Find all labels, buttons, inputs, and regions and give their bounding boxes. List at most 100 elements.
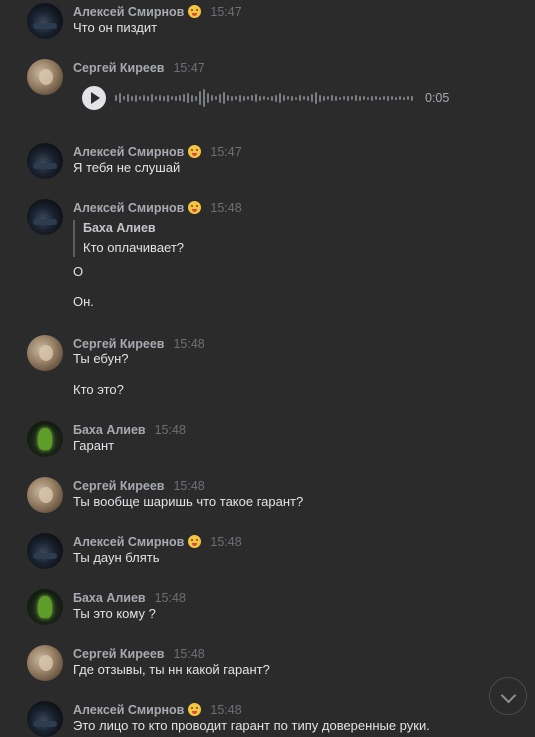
author-name[interactable]: Сергей Киреев <box>73 479 164 493</box>
avatar[interactable] <box>27 143 63 179</box>
voice-message: 0:05 <box>82 86 462 110</box>
waveform-bar <box>387 95 389 101</box>
waveform-bar <box>115 95 117 101</box>
avatar[interactable] <box>27 199 63 235</box>
avatar[interactable] <box>27 421 63 457</box>
waveform-bar <box>163 95 165 101</box>
waveform-bar <box>291 95 293 101</box>
waveform-bar <box>379 96 381 100</box>
waveform-bar <box>251 95 253 101</box>
waveform-bar <box>299 95 301 101</box>
waveform-bar <box>375 96 377 100</box>
avatar[interactable] <box>27 335 63 371</box>
author-name[interactable]: Баха Алиев <box>73 423 146 437</box>
waveform-bar <box>283 95 285 101</box>
waveform-bar <box>287 96 289 100</box>
waveform-bar <box>243 95 245 101</box>
author-name[interactable]: Алексей Смирнов <box>73 703 184 717</box>
waveform-bar <box>139 96 141 100</box>
avatar[interactable] <box>27 589 63 625</box>
waveform-bar <box>347 95 349 101</box>
emoji-icon <box>188 703 202 716</box>
message-text: Ты вообще шаришь что такое гарант? <box>73 494 304 509</box>
message-time: 15:47 <box>173 61 205 75</box>
waveform-bar <box>187 93 189 103</box>
message-text: Ты ебун? <box>73 351 129 366</box>
waveform-bar <box>255 94 257 102</box>
waveform-bar <box>275 94 277 102</box>
waveform-bar <box>235 96 237 100</box>
avatar[interactable] <box>27 59 63 95</box>
waveform-bar <box>195 95 197 101</box>
message-time: 15:48 <box>173 337 205 351</box>
waveform-bar <box>359 95 361 101</box>
waveform-bar <box>259 95 261 101</box>
waveform-bar <box>183 94 185 102</box>
author-name[interactable]: Сергей Киреев <box>73 61 164 75</box>
waveform-bar <box>143 95 145 101</box>
author-name[interactable]: Алексей Смирнов <box>73 535 184 549</box>
author-name[interactable]: Баха Алиев <box>73 591 146 605</box>
waveform-bar <box>295 96 297 100</box>
message-time: 15:48 <box>210 201 242 215</box>
waveform-bar <box>211 95 213 101</box>
reply-quote[interactable]: Баха Алиев Кто оплачивает? <box>73 220 184 257</box>
emoji-icon <box>188 5 202 18</box>
waveform-bar <box>263 96 265 100</box>
message-time: 15:47 <box>210 5 242 19</box>
waveform-bar <box>307 95 309 101</box>
waveform-bar <box>191 94 193 102</box>
waveform-bar <box>319 94 321 102</box>
waveform-bar <box>123 96 125 100</box>
waveform-bar <box>151 94 153 102</box>
message-header: Алексей Смирнов 15:47 <box>73 143 242 159</box>
waveform-bar <box>279 93 281 103</box>
waveform-bar <box>127 94 129 102</box>
waveform-bar <box>303 96 305 100</box>
emoji-icon <box>188 145 202 158</box>
waveform-bar <box>171 96 173 100</box>
message-header: Алексей Смирнов 15:47 <box>73 3 242 19</box>
waveform-bar <box>167 94 169 102</box>
message-text: Что он пиздит <box>73 20 158 35</box>
author-name[interactable]: Сергей Киреев <box>73 647 164 661</box>
avatar[interactable] <box>27 701 63 737</box>
message-header: Сергей Киреев 15:48 <box>73 335 205 351</box>
waveform-bar <box>391 96 393 100</box>
avatar[interactable] <box>27 3 63 39</box>
waveform-bar <box>363 96 365 100</box>
message-header: Алексей Смирнов 15:48 <box>73 199 242 215</box>
scroll-down-button[interactable] <box>489 677 527 715</box>
message-time: 15:48 <box>173 479 205 493</box>
message-text: Это лицо то кто проводит гарант по типу … <box>73 718 430 733</box>
waveform-bar <box>147 95 149 101</box>
waveform-bar <box>223 92 225 104</box>
waveform-bar <box>351 96 353 100</box>
author-name[interactable]: Алексей Смирнов <box>73 145 184 159</box>
waveform-bar <box>411 95 413 101</box>
voice-waveform[interactable] <box>115 86 415 110</box>
waveform-bar <box>383 96 385 100</box>
author-name[interactable]: Алексей Смирнов <box>73 201 184 215</box>
play-icon[interactable] <box>82 86 106 110</box>
author-name[interactable]: Сергей Киреев <box>73 337 164 351</box>
waveform-bar <box>119 93 121 103</box>
waveform-bar <box>271 95 273 101</box>
message-header: Баха Алиев 15:48 <box>73 421 186 437</box>
avatar[interactable] <box>27 533 63 569</box>
message-time: 15:48 <box>210 703 242 717</box>
waveform-bar <box>155 96 157 100</box>
avatar[interactable] <box>27 645 63 681</box>
author-name[interactable]: Алексей Смирнов <box>73 5 184 19</box>
message-text: Где отзывы, ты нн какой гарант? <box>73 662 270 677</box>
waveform-bar <box>355 95 357 101</box>
message-text: Гарант <box>73 438 115 453</box>
message-text: Ты это кому ? <box>73 606 156 621</box>
quote-text: Кто оплачивает? <box>83 240 185 255</box>
message-header: Баха Алиев 15:48 <box>73 589 186 605</box>
waveform-bar <box>315 92 317 104</box>
waveform-bar <box>311 94 313 102</box>
avatar[interactable] <box>27 477 63 513</box>
message-time: 15:48 <box>173 647 205 661</box>
waveform-bar <box>131 95 133 101</box>
